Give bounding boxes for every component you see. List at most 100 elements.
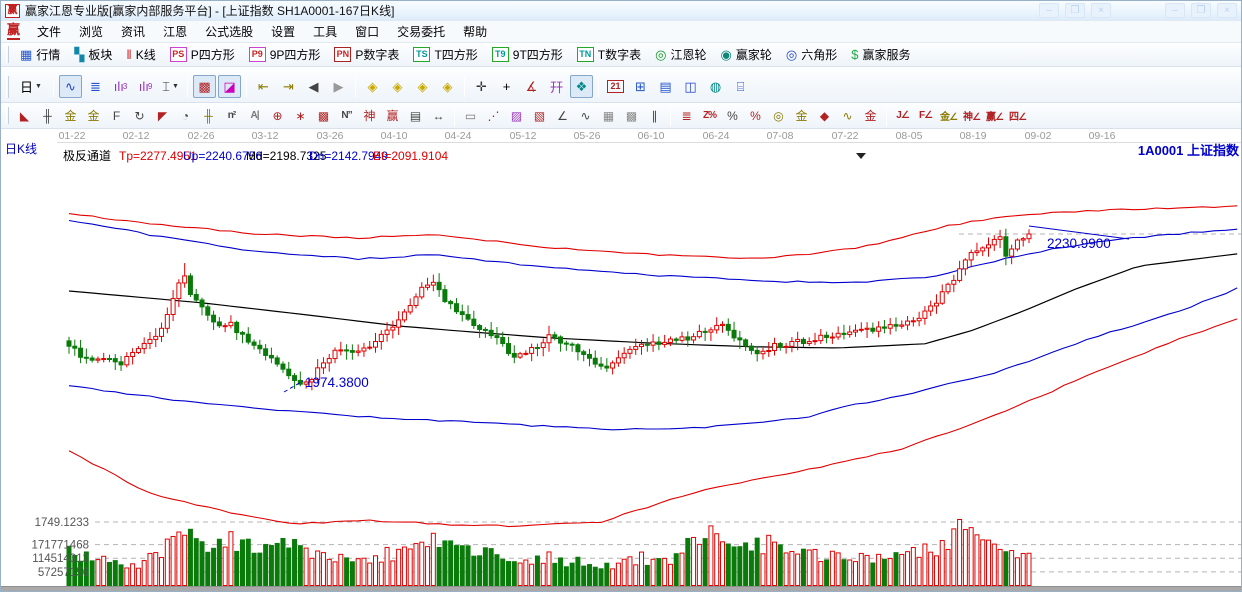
web-grid-b-button[interactable]: ▩ bbox=[621, 105, 642, 126]
step-back-button[interactable]: ◀ bbox=[302, 75, 325, 98]
menu-window[interactable]: 窗口 bbox=[346, 21, 388, 42]
time-cycle-button[interactable]: ◔ bbox=[175, 105, 196, 126]
calculator-button[interactable]: ⊞ bbox=[629, 75, 652, 98]
gann-box-red-button[interactable]: ▩ bbox=[193, 75, 216, 98]
close-button[interactable]: × bbox=[1091, 3, 1111, 18]
brush-red-button[interactable]: ◤ bbox=[152, 105, 173, 126]
pan-hand-button[interactable]: ✛ bbox=[470, 75, 493, 98]
stats-list-button[interactable]: ≣ bbox=[676, 105, 697, 126]
gann-square-tool-button[interactable]: 幵 bbox=[545, 75, 568, 98]
title-bar[interactable]: 赢 赢家江恩专业版[赢家内部服务平台] - [上证指数 SH1A0001-167… bbox=[1, 1, 1241, 21]
save-button[interactable]: ◫ bbox=[679, 75, 702, 98]
compass-circle-button[interactable]: ⊕ bbox=[267, 105, 288, 126]
box-tool-button[interactable]: ▭ bbox=[460, 105, 481, 126]
gold-underline-button[interactable]: 金 bbox=[791, 105, 812, 126]
n-wave-button[interactable]: N” bbox=[336, 105, 357, 126]
angle-measure-button[interactable]: ∡ bbox=[520, 75, 543, 98]
web-grid-a-button[interactable]: ▦ bbox=[598, 105, 619, 126]
grid-marks-button[interactable]: ╫ bbox=[198, 105, 219, 126]
p-number-table-button[interactable]: PNP数字表 bbox=[327, 45, 406, 64]
zoom-out-x-button[interactable]: ◈ bbox=[411, 75, 434, 98]
notes-button[interactable]: ▤ bbox=[654, 75, 677, 98]
sectors-button[interactable]: ▚板块 bbox=[67, 45, 119, 64]
minimize-button[interactable]: – bbox=[1165, 3, 1185, 18]
calendar-21-button[interactable]: 21 bbox=[604, 75, 627, 98]
menu-trade[interactable]: 交易委托 bbox=[388, 21, 454, 42]
red-fan-button[interactable]: ⋰ bbox=[483, 105, 504, 126]
restore-button[interactable]: ❐ bbox=[1065, 3, 1085, 18]
angle-f-button[interactable]: F∠ bbox=[915, 105, 936, 126]
menu-help[interactable]: 帮助 bbox=[454, 21, 496, 42]
angle-rays-button[interactable]: ∠ bbox=[552, 105, 573, 126]
period-day-selector-button[interactable]: 日▼ bbox=[14, 75, 48, 98]
menu-settings[interactable]: 设置 bbox=[262, 21, 304, 42]
menu-browse[interactable]: 浏览 bbox=[70, 21, 112, 42]
menu-stock-picker[interactable]: 公式选股 bbox=[196, 21, 262, 42]
go-last-button[interactable]: ⇥ bbox=[277, 75, 300, 98]
ying-tool-button[interactable]: 赢 bbox=[382, 105, 403, 126]
n-square-button[interactable]: n² bbox=[221, 105, 242, 126]
9t-square-button[interactable]: T99T四方形 bbox=[485, 45, 570, 64]
angle-si-button[interactable]: 四∠ bbox=[1007, 105, 1028, 126]
menu-gann[interactable]: 江恩 bbox=[154, 21, 196, 42]
spiral-tool-button[interactable]: ↻ bbox=[129, 105, 150, 126]
toolbar-drag-handle[interactable] bbox=[6, 107, 9, 125]
f-line-button[interactable]: F bbox=[106, 105, 127, 126]
zoom-in-x-button[interactable]: ◈ bbox=[436, 75, 459, 98]
span-measure-button[interactable]: ↔ bbox=[428, 105, 449, 126]
gold-segments-b-button[interactable]: 金 bbox=[83, 105, 104, 126]
bars-3-button[interactable]: ılı3 bbox=[109, 75, 132, 98]
minimize-button[interactable]: – bbox=[1039, 3, 1059, 18]
candle-style-button[interactable]: ⌶▼ bbox=[159, 75, 182, 98]
web-share-button[interactable]: ◍ bbox=[704, 75, 727, 98]
winner-service-button[interactable]: $赢家服务 bbox=[844, 45, 917, 64]
crosshair-button[interactable]: + bbox=[495, 75, 518, 98]
kline-button[interactable]: ǁK线 bbox=[119, 45, 162, 64]
volume-profile-button[interactable]: ◪ bbox=[218, 75, 241, 98]
star-web-button[interactable]: ∗ bbox=[290, 105, 311, 126]
step-forward-button[interactable]: ▶ bbox=[327, 75, 350, 98]
info-panel-button[interactable]: ≣ bbox=[84, 75, 107, 98]
hexagon-button[interactable]: ◎六角形 bbox=[779, 45, 844, 64]
percent-line-button[interactable]: % bbox=[745, 105, 766, 126]
gann-wheel-button[interactable]: ◎江恩轮 bbox=[648, 45, 713, 64]
horizontal-scrollbar[interactable] bbox=[1, 586, 1241, 592]
t-number-table-button[interactable]: TNT数字表 bbox=[570, 45, 648, 64]
workstation-button[interactable]: ⌸ bbox=[729, 75, 752, 98]
compress-right-button[interactable]: ◈ bbox=[386, 75, 409, 98]
trend-overlay-button[interactable]: ∿ bbox=[59, 75, 82, 98]
menu-tools[interactable]: 工具 bbox=[304, 21, 346, 42]
parallel-rays-button[interactable]: ∥ bbox=[644, 105, 665, 126]
restore-button[interactable]: ❐ bbox=[1191, 3, 1211, 18]
marker-brush-button[interactable]: ◆ bbox=[814, 105, 835, 126]
t-square-button[interactable]: TST四方形 bbox=[406, 45, 484, 64]
gold-circle-button[interactable]: ◎ bbox=[768, 105, 789, 126]
gold-box-red-button[interactable]: 金 bbox=[860, 105, 881, 126]
p-square-button[interactable]: PSP四方形 bbox=[163, 45, 242, 64]
a-channel-button[interactable]: A| bbox=[244, 105, 265, 126]
9p-square-button[interactable]: P99P四方形 bbox=[242, 45, 328, 64]
menu-news[interactable]: 资讯 bbox=[112, 21, 154, 42]
go-first-button[interactable]: ⇤ bbox=[252, 75, 275, 98]
angle-ying-button[interactable]: 赢∠ bbox=[984, 105, 1005, 126]
toolbar-drag-handle[interactable] bbox=[6, 46, 9, 62]
chart-area[interactable]: 01-2202-1202-2603-1203-2604-1004-2405-12… bbox=[1, 129, 1241, 586]
angle-shen-button[interactable]: 神∠ bbox=[961, 105, 982, 126]
ruler-scale-button[interactable]: ▤ bbox=[405, 105, 426, 126]
bars-9-button[interactable]: ılı9 bbox=[134, 75, 157, 98]
boxed-web-button[interactable]: ▩ bbox=[313, 105, 334, 126]
shen-tool-button[interactable]: 神 bbox=[359, 105, 380, 126]
quotes-button[interactable]: ▦行情 bbox=[13, 45, 67, 64]
toolbar-drag-handle[interactable] bbox=[6, 76, 9, 98]
pattern-tool-button[interactable]: ❖ bbox=[570, 75, 593, 98]
draw-brush-button[interactable]: ◣ bbox=[14, 105, 35, 126]
compress-left-button[interactable]: ◈ bbox=[361, 75, 384, 98]
wave-gold-button[interactable]: ∿ bbox=[837, 105, 858, 126]
menu-file[interactable]: 文件 bbox=[28, 21, 70, 42]
angle-gold-button[interactable]: 金∠ bbox=[938, 105, 959, 126]
angle-j-button[interactable]: J∠ bbox=[892, 105, 913, 126]
wave-rays-button[interactable]: ∿ bbox=[575, 105, 596, 126]
fan-box-red-button[interactable]: ▧ bbox=[529, 105, 550, 126]
fan-box-purple-button[interactable]: ▨ bbox=[506, 105, 527, 126]
close-button[interactable]: × bbox=[1217, 3, 1237, 18]
